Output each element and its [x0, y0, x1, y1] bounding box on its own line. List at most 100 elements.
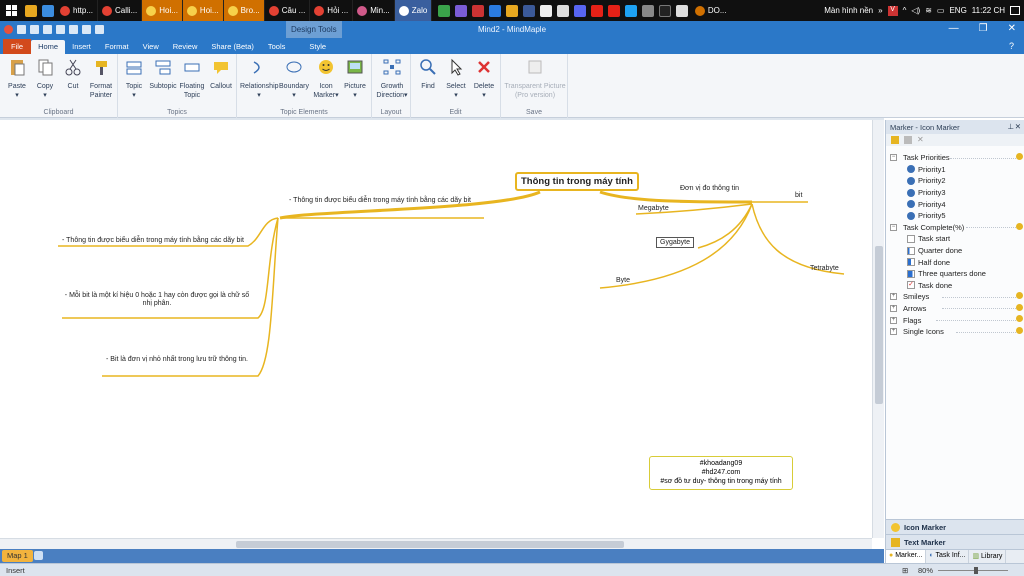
tab-view[interactable]: View	[136, 40, 166, 54]
tab-format[interactable]: Format	[98, 40, 136, 54]
app-icon[interactable]	[489, 4, 502, 17]
tab-insert[interactable]: Insert	[65, 40, 98, 54]
boundary-button[interactable]: Boundary ▾	[279, 58, 309, 100]
marker-item[interactable]: Half done	[886, 256, 1024, 268]
subtopic-button[interactable]: Subtopic	[148, 58, 178, 91]
chevron-up-icon[interactable]: ^	[903, 6, 907, 15]
file-explorer-icon[interactable]	[24, 4, 37, 17]
marker-item[interactable]: Priority3	[886, 187, 1024, 199]
help-icon[interactable]: ?	[1009, 41, 1014, 51]
maximize-icon[interactable]: ❐	[979, 23, 988, 34]
map-tab-1[interactable]: Map 1	[2, 550, 33, 562]
marker-group-flags[interactable]: + Flags	[886, 314, 1024, 326]
marker-item[interactable]: Priority1	[886, 164, 1024, 176]
taskbar-tab-4[interactable]: Hoi...	[182, 0, 224, 21]
tiktok-icon[interactable]	[659, 4, 672, 17]
left-child-topic-3[interactable]: - Bit là đơn vị nhỏ nhất trong lưu trữ t…	[106, 356, 248, 363]
tab-home[interactable]: Home	[31, 40, 66, 54]
marker-group-smileys[interactable]: + Smileys	[886, 291, 1024, 303]
app-icon[interactable]	[540, 4, 553, 17]
skype-icon[interactable]	[625, 4, 638, 17]
collapse-icon[interactable]: −	[890, 223, 897, 231]
add-marker-icon[interactable]	[891, 136, 899, 144]
paste-button[interactable]: Paste ▾	[2, 58, 32, 100]
notification-icon[interactable]	[1010, 6, 1020, 15]
marker-group-arrows[interactable]: + Arrows	[886, 303, 1024, 315]
app-icon[interactable]	[676, 4, 689, 17]
edit-marker-icon[interactable]	[904, 136, 912, 144]
marker-item[interactable]: Task start	[886, 233, 1024, 245]
select-button[interactable]: Select ▾	[441, 58, 471, 100]
marker-group-single-icons[interactable]: + Single Icons	[886, 326, 1024, 338]
minimize-icon[interactable]: —	[949, 23, 959, 34]
discord-icon[interactable]	[574, 4, 587, 17]
left-branch-topic[interactable]: - Thông tin được biểu diễn trong máy tín…	[280, 197, 480, 205]
photos-icon[interactable]	[557, 4, 570, 17]
app-icon[interactable]	[438, 4, 451, 17]
expand-icon[interactable]: +	[890, 328, 897, 336]
battery-icon[interactable]: ▭	[937, 6, 945, 15]
taskbar-tab-doc[interactable]: DO...	[691, 0, 731, 21]
powerpoint-icon[interactable]	[472, 4, 485, 17]
delete-button[interactable]: Delete ▾	[469, 58, 499, 100]
clock[interactable]: 11:22 CH	[972, 6, 1005, 15]
icon-marker-section[interactable]: Icon Marker	[886, 519, 1024, 534]
tab-task-info[interactable]: ◐ Task Inf...	[926, 550, 970, 563]
map-canvas[interactable]: Thông tin trong máy tính - Thông tin đượ…	[0, 120, 872, 538]
floating-note-topic[interactable]: #khoadang09 #hd247.com #sơ đồ tư duy- th…	[649, 456, 793, 490]
format-painter-button[interactable]: Format Painter	[86, 58, 116, 100]
taskbar-tab-6[interactable]: Câu ...	[265, 0, 311, 21]
marker-item[interactable]: Quarter done	[886, 245, 1024, 257]
taskbar-tab-5[interactable]: Bro...	[223, 0, 265, 21]
topic-button[interactable]: Topic ▾	[119, 58, 149, 100]
scroll-thumb[interactable]	[875, 246, 883, 404]
callout-button[interactable]: Callout	[206, 58, 236, 91]
edge-icon[interactable]	[41, 4, 54, 17]
zoom-slider[interactable]	[938, 567, 1008, 574]
root-topic[interactable]: Thông tin trong máy tính	[515, 172, 639, 191]
expand-icon[interactable]: +	[890, 305, 897, 313]
windows-start-icon[interactable]	[0, 0, 22, 21]
scroll-thumb[interactable]	[236, 541, 624, 548]
collapse-icon[interactable]: −	[890, 154, 897, 162]
marker-item[interactable]: Three quarters done	[886, 268, 1024, 280]
chrome-icon[interactable]	[506, 4, 519, 17]
messenger-icon[interactable]	[455, 4, 468, 17]
marker-item[interactable]: Priority4	[886, 198, 1024, 210]
close-icon[interactable]: ✕	[1015, 122, 1021, 131]
taskbar-tab-2[interactable]: Calli...	[98, 0, 143, 21]
cut-button[interactable]: Cut	[58, 58, 88, 91]
horizontal-scrollbar[interactable]	[0, 538, 872, 549]
app-icon[interactable]	[608, 4, 621, 17]
find-button[interactable]: Find	[413, 58, 443, 91]
tab-tools[interactable]: Tools	[261, 40, 293, 54]
transparent-picture-button[interactable]: Transparent Picture (Pro version)	[503, 58, 567, 100]
pin-icon[interactable]: ⊥	[1007, 122, 1014, 131]
floating-topic-button[interactable]: Floating Topic	[177, 58, 207, 100]
antivirus-icon[interactable]: V	[887, 5, 898, 16]
tab-marker[interactable]: ● Marker...	[886, 550, 927, 563]
icon-marker-button[interactable]: Icon Marker▾	[311, 58, 341, 100]
youtube-icon[interactable]	[591, 4, 604, 17]
taskbar-tab-8[interactable]: Min...	[353, 0, 395, 21]
taskbar-tab-7[interactable]: Hỏi ...	[310, 0, 354, 21]
marker-item[interactable]: Priority2	[886, 175, 1024, 187]
expand-icon[interactable]: +	[890, 316, 897, 324]
marker-item[interactable]: ✓ Task done	[886, 280, 1024, 292]
copy-button[interactable]: Copy ▾	[30, 58, 60, 100]
fit-icon[interactable]: ⊞	[902, 566, 908, 575]
app-icon[interactable]	[642, 4, 655, 17]
text-marker-section[interactable]: Text Marker	[886, 534, 1024, 549]
growth-direction-button[interactable]: Growth Direction▾	[375, 58, 409, 100]
zoom-knob[interactable]	[974, 567, 978, 574]
speaker-icon[interactable]: ◁)	[911, 6, 920, 15]
expand-icon[interactable]: +	[890, 293, 897, 301]
new-map-icon[interactable]	[34, 551, 43, 560]
marker-group-task-complete[interactable]: − Task Complete(%)	[886, 222, 1024, 234]
left-child-topic-2[interactable]: - Mỗi bit là một kí hiệu 0 hoặc 1 hay cò…	[62, 292, 252, 308]
marker-group-task-priorities[interactable]: − Task Priorities	[886, 152, 1024, 164]
right-child-tetrabyte[interactable]: Tetrabyte	[810, 265, 839, 272]
delete-marker-icon[interactable]: ✕	[917, 136, 925, 144]
relationship-button[interactable]: Relationship ▾	[240, 58, 279, 100]
desktop-label[interactable]: Màn hình nền	[824, 6, 873, 15]
